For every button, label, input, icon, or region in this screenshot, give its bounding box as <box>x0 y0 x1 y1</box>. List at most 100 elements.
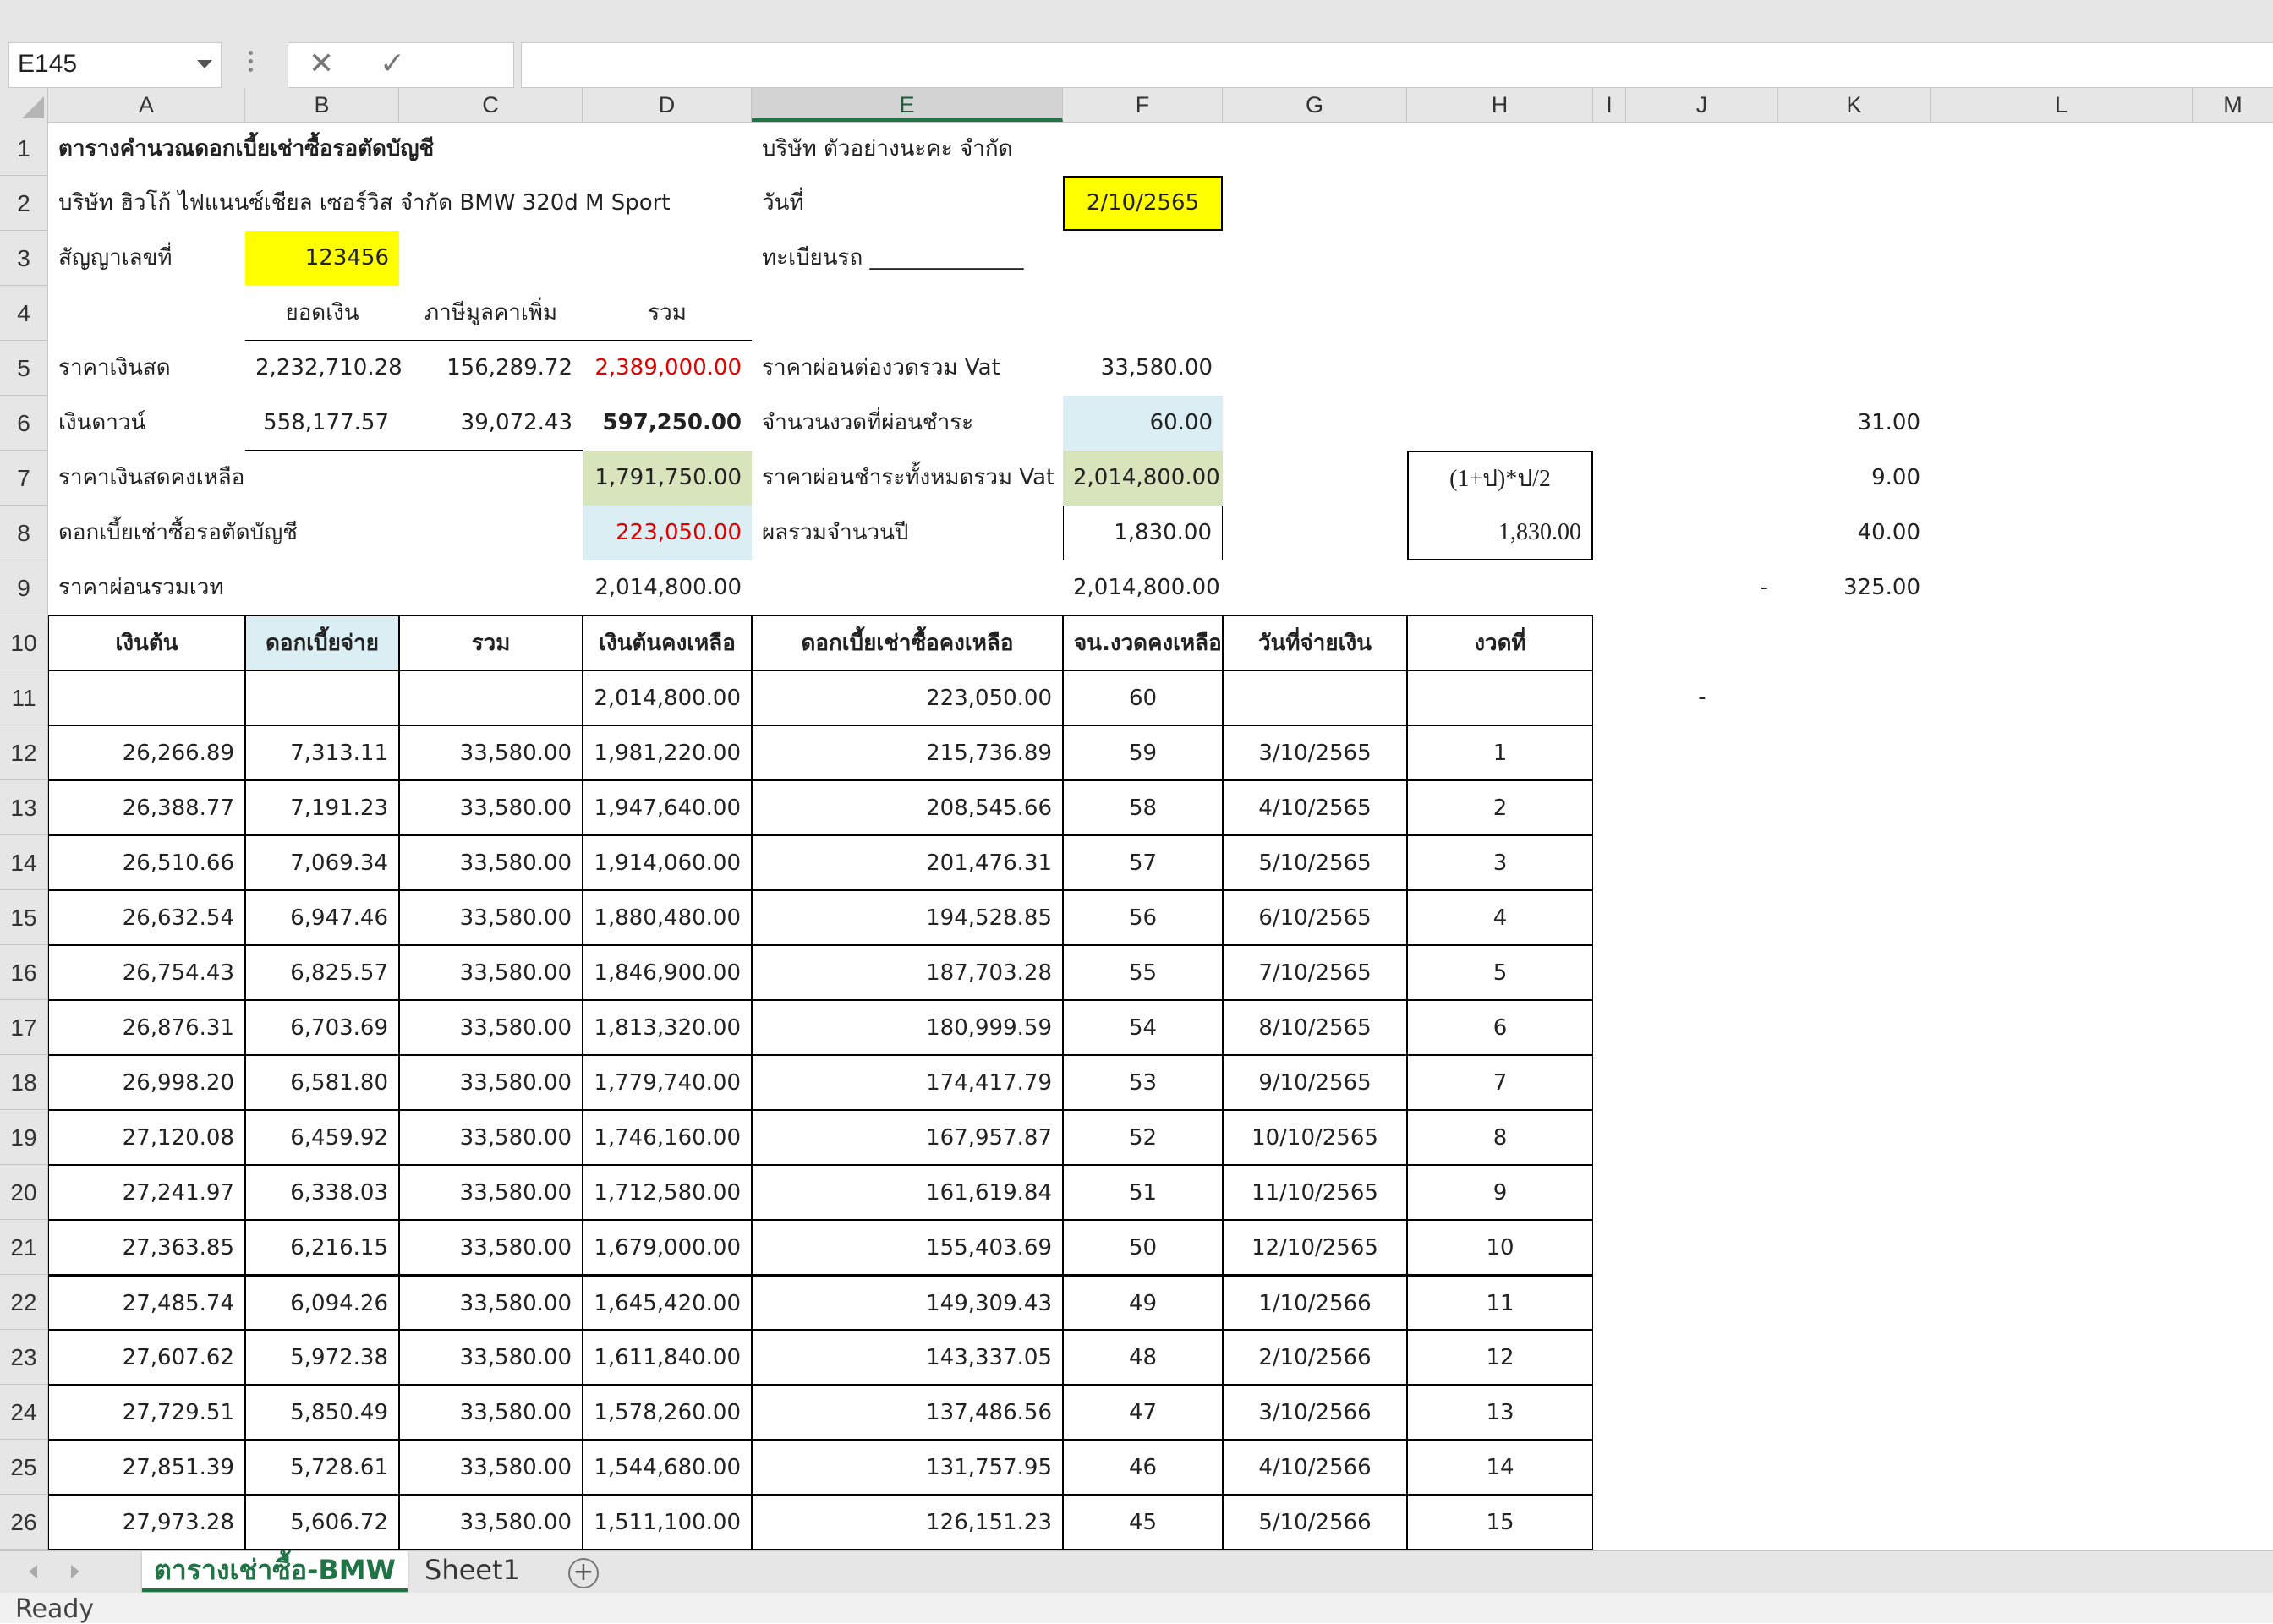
col-header-e[interactable]: E <box>752 88 1063 122</box>
table-cell[interactable]: 1,544,680.00 <box>583 1440 752 1495</box>
table-cell[interactable]: 215,736.89 <box>752 725 1063 780</box>
table-header-cell[interactable]: ดอกเบี้ยจ่าย <box>245 615 399 670</box>
table-cell[interactable]: 11/10/2565 <box>1223 1165 1407 1220</box>
table-cell[interactable]: 6,825.57 <box>245 945 399 1000</box>
table-cell[interactable]: 27,851.39 <box>48 1440 245 1495</box>
col-header-d[interactable]: D <box>583 88 752 122</box>
table-cell[interactable]: 143,337.05 <box>752 1330 1063 1385</box>
down-payment-total[interactable]: 597,250.00 <box>583 396 752 451</box>
row-header[interactable]: 11 <box>0 670 47 725</box>
table-cell[interactable]: 1,914,060.00 <box>583 835 752 890</box>
remaining-cash-label[interactable]: ราคาเงินสดคงเหลือ <box>48 451 386 506</box>
row-header[interactable]: 7 <box>0 451 47 506</box>
table-cell[interactable]: 201,476.31 <box>752 835 1063 890</box>
table-cell[interactable]: 137,486.56 <box>752 1385 1063 1440</box>
table-cell[interactable]: 33,580.00 <box>399 1440 583 1495</box>
row-header[interactable]: 25 <box>0 1440 47 1495</box>
table-cell[interactable]: 131,757.95 <box>752 1440 1063 1495</box>
col-header-a[interactable]: A <box>48 88 245 122</box>
table-cell[interactable]: 33,580.00 <box>399 1495 583 1550</box>
row-header[interactable]: 8 <box>0 506 47 560</box>
contract-number-label[interactable]: สัญญาเลขที่ <box>48 231 245 286</box>
table-cell[interactable]: 1,981,220.00 <box>583 725 752 780</box>
contract-date-cell[interactable]: 2/10/2565 <box>1063 176 1223 231</box>
table-cell[interactable]: 10 <box>1407 1220 1593 1275</box>
table-cell[interactable]: 8 <box>1407 1110 1593 1165</box>
table-cell[interactable]: 6,094.26 <box>245 1275 399 1330</box>
total-installment-vat-label[interactable]: ราคาผ่อนรวมเวท <box>48 560 386 615</box>
cancel-icon[interactable]: ✕ <box>309 46 334 81</box>
table-cell[interactable]: 1,846,900.00 <box>583 945 752 1000</box>
table-cell[interactable]: 1,645,420.00 <box>583 1275 752 1330</box>
table-cell[interactable]: 33,580.00 <box>399 945 583 1000</box>
table-cell[interactable]: 6 <box>1407 1000 1593 1055</box>
registration-label[interactable]: ทะเบียนรถ ______________ <box>752 231 1090 286</box>
table-cell[interactable]: 2/10/2566 <box>1223 1330 1407 1385</box>
row-header[interactable]: 22 <box>0 1275 47 1330</box>
table-cell[interactable]: 2,014,800.00 <box>583 670 752 725</box>
table-cell[interactable]: 7,313.11 <box>245 725 399 780</box>
row-header[interactable]: 9 <box>0 560 47 615</box>
table-cell[interactable]: 5,728.61 <box>245 1440 399 1495</box>
table-cell[interactable]: 6,703.69 <box>245 1000 399 1055</box>
table-cell[interactable]: 167,957.87 <box>752 1110 1063 1165</box>
table-cell[interactable]: 223,050.00 <box>752 670 1063 725</box>
table-cell[interactable]: 26,632.54 <box>48 890 245 945</box>
sheet-title[interactable]: ตารางคำนวณดอกเบี้ยเช่าซื้อรอตัดบัญชี <box>48 122 471 176</box>
table-header-cell[interactable]: รวม <box>399 615 583 670</box>
row-header[interactable]: 2 <box>0 176 47 231</box>
table-header-cell[interactable]: วันที่จ่ายเงิน <box>1223 615 1407 670</box>
table-cell[interactable]: 26,754.43 <box>48 945 245 1000</box>
table-cell[interactable]: 27,973.28 <box>48 1495 245 1550</box>
col-header-b[interactable]: B <box>245 88 399 122</box>
table-cell[interactable]: 47 <box>1063 1385 1223 1440</box>
table-cell[interactable]: 3 <box>1407 835 1593 890</box>
table-cell[interactable]: 12 <box>1407 1330 1593 1385</box>
cash-price-label[interactable]: ราคาเงินสด <box>48 341 245 396</box>
table-cell[interactable]: 2 <box>1407 780 1593 835</box>
table-cell[interactable]: 5,972.38 <box>245 1330 399 1385</box>
table-header-cell[interactable]: เงินต้น <box>48 615 245 670</box>
row-header[interactable]: 5 <box>0 341 47 396</box>
table-cell[interactable]: 5,606.72 <box>245 1495 399 1550</box>
table-cell[interactable]: 33,580.00 <box>399 835 583 890</box>
table-cell[interactable]: 3/10/2565 <box>1223 725 1407 780</box>
table-cell[interactable]: 5/10/2566 <box>1223 1495 1407 1550</box>
check-icon[interactable]: ✓ <box>380 46 405 81</box>
table-cell[interactable]: 3/10/2566 <box>1223 1385 1407 1440</box>
table-header-cell[interactable]: เงินต้นคงเหลือ <box>583 615 752 670</box>
table-cell[interactable]: 33,580.00 <box>399 1220 583 1275</box>
row-header[interactable]: 21 <box>0 1220 47 1275</box>
table-cell[interactable]: 6,459.92 <box>245 1110 399 1165</box>
table-cell[interactable]: 6,947.46 <box>245 890 399 945</box>
table-cell[interactable]: 33,580.00 <box>399 725 583 780</box>
table-cell[interactable]: 180,999.59 <box>752 1000 1063 1055</box>
table-cell[interactable]: 5,850.49 <box>245 1385 399 1440</box>
table-cell[interactable]: 155,403.69 <box>752 1220 1063 1275</box>
table-cell[interactable] <box>1407 670 1593 725</box>
table-header-cell[interactable]: งวดที่ <box>1407 615 1593 670</box>
table-cell[interactable]: 53 <box>1063 1055 1223 1110</box>
table-cell[interactable]: 33,580.00 <box>399 1330 583 1385</box>
table-cell[interactable]: 15 <box>1407 1495 1593 1550</box>
row-header[interactable]: 13 <box>0 780 47 835</box>
table-cell[interactable]: 9/10/2565 <box>1223 1055 1407 1110</box>
table-cell[interactable]: 27,241.97 <box>48 1165 245 1220</box>
down-payment-vat[interactable]: 39,072.43 <box>399 396 583 451</box>
next-sheet-icon[interactable] <box>71 1565 79 1578</box>
k9-value[interactable]: 325.00 <box>1778 560 1931 615</box>
table-cell[interactable]: 174,417.79 <box>752 1055 1063 1110</box>
table-cell[interactable]: 4 <box>1407 890 1593 945</box>
table-cell[interactable]: 5/10/2565 <box>1223 835 1407 890</box>
sheet-tab-active[interactable]: ตารางเช่าซื้อ-BMW <box>142 1551 408 1592</box>
table-cell[interactable]: 161,619.84 <box>752 1165 1063 1220</box>
cash-price-total[interactable]: 2,389,000.00 <box>583 341 752 396</box>
table-cell[interactable] <box>48 670 245 725</box>
table-cell[interactable]: 1 <box>1407 725 1593 780</box>
table-cell[interactable]: 33,580.00 <box>399 890 583 945</box>
table-cell[interactable]: 1,611,840.00 <box>583 1330 752 1385</box>
table-cell[interactable]: 149,309.43 <box>752 1275 1063 1330</box>
table-cell[interactable]: 7,069.34 <box>245 835 399 890</box>
table-cell[interactable]: 1/10/2566 <box>1223 1275 1407 1330</box>
table-cell[interactable]: 1,813,320.00 <box>583 1000 752 1055</box>
